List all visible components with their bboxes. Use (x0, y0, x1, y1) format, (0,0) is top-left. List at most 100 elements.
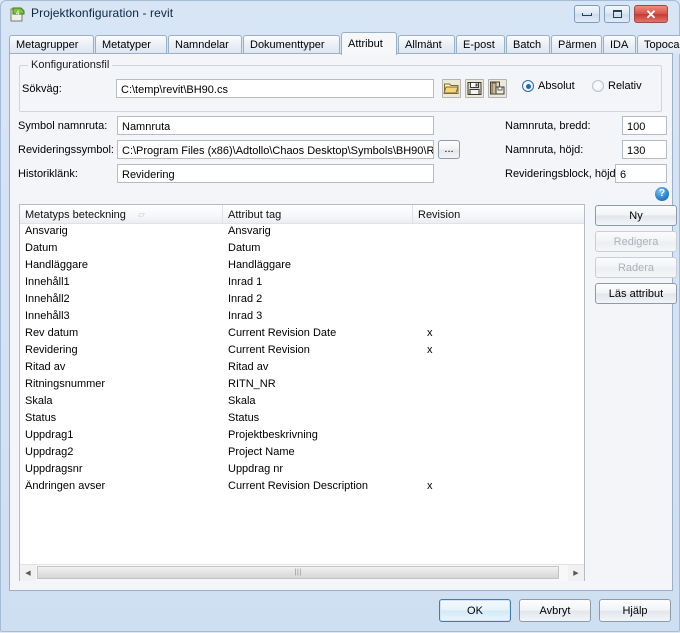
ny-button[interactable]: Ny (595, 205, 677, 226)
folder-open-icon[interactable] (442, 79, 461, 98)
cell-attribut-tag: Handläggare (228, 259, 291, 271)
symbol-namnruta-input[interactable]: Namnruta (117, 116, 434, 135)
close-button[interactable]: ✕ (634, 5, 668, 23)
table-row[interactable]: Handläggare Handläggare (20, 258, 584, 275)
radio-absolut-label: Absolut (538, 80, 575, 92)
radio-relativ[interactable]: Relativ (592, 80, 642, 92)
redigera-button: Redigera (595, 231, 677, 252)
revideringsblock-hojd-label: Revideringsblock, höjd: (505, 168, 619, 180)
cell-revision: x (427, 344, 433, 356)
table-row[interactable]: Rev datum Current Revision Date x (20, 326, 584, 343)
save-as-icon[interactable] (488, 79, 507, 98)
symbol-namnruta-label: Symbol namnruta: (18, 120, 108, 132)
attribute-list: Metatyps beteckning ▱ Attribut tag Revis… (19, 204, 585, 581)
sokvag-input[interactable]: C:\temp\revit\BH90.cs (116, 79, 434, 98)
maximize-icon (605, 6, 629, 22)
cell-attribut-tag: Status (228, 412, 260, 424)
table-row[interactable]: Ritningsnummer RITN_NR (20, 377, 584, 394)
cell-metatyps-beteckning: Ansvarig (25, 225, 68, 237)
namnruta-hojd-input[interactable]: 130 (622, 140, 667, 159)
cell-attribut-tag: Inrad 2 (228, 293, 263, 305)
cell-metatyps-beteckning: Innehåll2 (25, 293, 70, 305)
table-row[interactable]: Innehåll3 Inrad 3 (20, 309, 584, 326)
cell-attribut-tag: Current Revision Date (228, 327, 337, 339)
revideringsblock-hojd-input[interactable]: 6 (615, 164, 667, 183)
historiklank-input[interactable]: Revidering (117, 164, 434, 183)
revideringssymbol-label: Revideringssymbol: (18, 144, 114, 156)
table-row[interactable]: Innehåll2 Inrad 2 (20, 292, 584, 309)
tab-ida[interactable]: IDA (603, 35, 636, 54)
table-row[interactable]: Skala Skala (20, 394, 584, 411)
cell-metatyps-beteckning: Ritad av (25, 361, 66, 373)
cell-attribut-tag: Project Name (228, 446, 295, 458)
floppy-save-icon[interactable] (465, 79, 484, 98)
tab-namndelar[interactable]: Namndelar (168, 35, 242, 54)
cell-attribut-tag: Inrad 3 (228, 310, 263, 322)
las-attribut-button[interactable]: Läs attribut (595, 283, 677, 304)
table-row[interactable]: Ändringen avser Current Revision Descript… (20, 479, 584, 496)
table-row[interactable]: Ritad av Ritad av (20, 360, 584, 377)
scrollbar-track[interactable]: ||| (36, 564, 568, 581)
sort-ascending-icon: ▱ (137, 209, 145, 219)
scroll-left-arrow-icon[interactable]: ◀ (20, 564, 36, 581)
browse-button[interactable]: ... (438, 140, 460, 159)
maximize-button[interactable] (604, 5, 630, 23)
cell-revision: x (427, 327, 433, 339)
table-row[interactable]: Uppdragsnr Uppdrag nr (20, 462, 584, 479)
ok-button[interactable]: OK (439, 599, 511, 622)
radio-relativ-label: Relativ (608, 80, 642, 92)
cell-metatyps-beteckning: Uppdrag2 (25, 446, 74, 458)
tab-page-attribut: Konfigurationsfil Sökväg: C:\temp\revit\… (9, 53, 677, 591)
cell-metatyps-beteckning: Handläggare (25, 259, 88, 271)
help-icon[interactable]: ? (655, 187, 669, 201)
window-title: Projektkonfiguration - revit (31, 6, 174, 20)
horizontal-scrollbar[interactable]: ◀ ||| ▶ (20, 564, 584, 581)
tab-epost[interactable]: E-post (456, 35, 505, 54)
table-row[interactable]: Ansvarig Ansvarig (20, 224, 584, 241)
tab-allmant[interactable]: Allmänt (398, 35, 455, 54)
cell-attribut-tag: Uppdrag nr (228, 463, 284, 475)
radera-button: Radera (595, 257, 677, 278)
tab-metatyper[interactable]: Metatyper (95, 35, 167, 54)
cell-metatyps-beteckning: Rev datum (25, 327, 79, 339)
cell-metatyps-beteckning: Uppdragsnr (25, 463, 83, 475)
cell-attribut-tag: Skala (228, 395, 256, 407)
minimize-icon (575, 6, 599, 22)
historiklank-label: Historiklänk: (18, 168, 78, 180)
table-row[interactable]: Status Status (20, 411, 584, 428)
table-row[interactable]: Revidering Current Revision x (20, 343, 584, 360)
scrollbar-thumb[interactable]: ||| (37, 565, 560, 579)
dialog-window: 4 Projektkonfiguration - revit ✕ Metagru… (0, 0, 680, 632)
list-header-row: Metatyps beteckning ▱ Attribut tag Revis… (20, 205, 584, 224)
cell-attribut-tag: RITN_NR (228, 378, 276, 390)
column-header-metatyps-beteckning-label: Metatyps beteckning (25, 208, 126, 221)
tab-attribut[interactable]: Attribut (341, 32, 397, 55)
tab-batch[interactable]: Batch (506, 35, 550, 54)
radio-relativ-indicator (592, 80, 604, 92)
table-row[interactable]: Innehåll1 Inrad 1 (20, 275, 584, 292)
tab-metagrupper[interactable]: Metagrupper (9, 35, 94, 54)
minimize-button[interactable] (574, 5, 600, 23)
table-row[interactable]: Uppdrag2 Project Name (20, 445, 584, 462)
table-row[interactable]: Datum Datum (20, 241, 584, 258)
column-header-attribut-tag[interactable]: Attribut tag (223, 205, 413, 224)
cell-attribut-tag: Ritad av (228, 361, 269, 373)
list-body[interactable]: Ansvarig Ansvarig Datum Datum Handläggare Han… (20, 224, 584, 564)
column-header-revision[interactable]: Revision (413, 205, 584, 224)
cell-attribut-tag: Projektbeskrivning (228, 429, 318, 441)
cell-metatyps-beteckning: Ritningsnummer (25, 378, 106, 390)
tab-parmen[interactable]: Pärmen (551, 35, 602, 54)
close-icon: ✕ (645, 6, 657, 22)
revideringssymbol-input[interactable]: C:\Program Files (x86)\Adtollo\Chaos Des… (117, 140, 434, 159)
cancel-button[interactable]: Avbryt (519, 599, 591, 622)
tab-topocad[interactable]: Topocad (637, 35, 680, 54)
column-header-metatyps-beteckning[interactable]: Metatyps beteckning ▱ (20, 205, 223, 224)
namnruta-bredd-input[interactable]: 100 (622, 116, 667, 135)
cell-metatyps-beteckning: Datum (25, 242, 58, 254)
radio-absolut[interactable]: Absolut (522, 80, 575, 92)
cell-revision: x (427, 480, 433, 492)
help-button[interactable]: Hj älp (599, 599, 671, 622)
table-row[interactable]: Uppdrag1 Projektbeskrivning (20, 428, 584, 445)
scroll-right-arrow-icon[interactable]: ▶ (568, 564, 584, 581)
tab-dokumenttyper[interactable]: Dokumenttyper (243, 35, 340, 54)
